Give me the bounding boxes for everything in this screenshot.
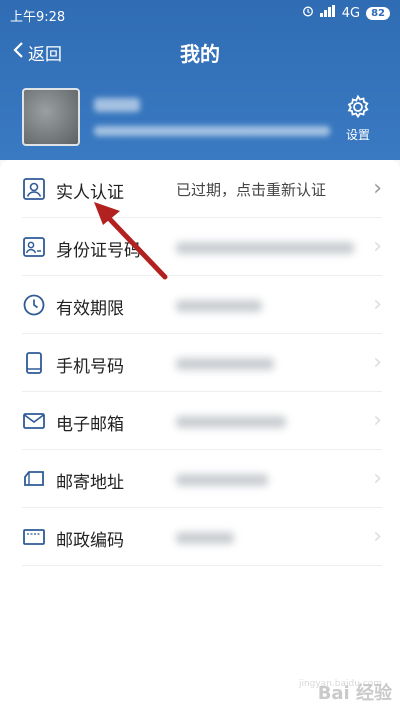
list-item-postcode[interactable]: 邮政编码 › bbox=[0, 508, 400, 566]
settings-label: 设置 bbox=[345, 128, 370, 142]
list-item-realname-auth[interactable]: 实人认证 已过期，点击重新认证 › bbox=[0, 160, 400, 218]
settings-button[interactable]: 设置 bbox=[334, 94, 382, 143]
divider bbox=[22, 565, 382, 566]
battery-indicator: 82 bbox=[366, 6, 390, 20]
clock-icon bbox=[22, 293, 46, 317]
row-value-blurred bbox=[176, 358, 274, 370]
page-title: 我的 bbox=[180, 42, 220, 66]
chevron-right-icon: › bbox=[373, 292, 382, 317]
row-label: 手机号码 bbox=[56, 357, 124, 377]
avatar[interactable] bbox=[22, 88, 80, 146]
watermark-logo: Bai 经验 bbox=[317, 683, 392, 704]
info-list: 实人认证 已过期，点击重新认证 › 身份证号码 › 有效期限 › 手机号码 › bbox=[0, 160, 400, 711]
network-type: 4G bbox=[341, 5, 361, 21]
row-label: 有效期限 bbox=[56, 299, 124, 319]
row-value-blurred bbox=[176, 532, 234, 544]
row-value: 已过期，点击重新认证 bbox=[176, 181, 327, 199]
row-label: 身份证号码 bbox=[56, 241, 141, 261]
list-item-validity[interactable]: 有效期限 › bbox=[0, 276, 400, 334]
profile-summary[interactable]: 设置 bbox=[0, 86, 400, 150]
list-item-address[interactable]: 邮寄地址 › bbox=[0, 450, 400, 508]
list-item-id-number[interactable]: 身份证号码 › bbox=[0, 218, 400, 276]
person-id-icon bbox=[22, 177, 46, 201]
chevron-right-icon: › bbox=[373, 176, 382, 201]
row-value-blurred bbox=[176, 300, 262, 312]
postcode-icon bbox=[22, 525, 46, 549]
row-label: 邮政编码 bbox=[56, 531, 124, 551]
row-value-blurred bbox=[176, 474, 268, 486]
id-card-icon bbox=[22, 235, 46, 259]
gear-icon bbox=[345, 94, 371, 124]
signal-icon bbox=[319, 5, 336, 21]
user-name-blurred bbox=[94, 98, 140, 112]
nav-bar: 返回 我的 bbox=[0, 32, 400, 72]
row-value-blurred bbox=[176, 242, 354, 254]
mail-icon bbox=[22, 409, 46, 433]
list-item-email[interactable]: 电子邮箱 › bbox=[0, 392, 400, 450]
chevron-right-icon: › bbox=[373, 350, 382, 375]
truck-icon bbox=[22, 467, 46, 491]
phone-icon bbox=[22, 351, 46, 375]
chevron-right-icon: › bbox=[373, 466, 382, 491]
user-info-blurred bbox=[94, 126, 330, 136]
row-value-blurred bbox=[176, 416, 286, 428]
row-label: 实人认证 bbox=[56, 183, 124, 203]
chevron-right-icon: › bbox=[373, 234, 382, 259]
chevron-right-icon: › bbox=[373, 408, 382, 433]
row-label: 电子邮箱 bbox=[56, 415, 124, 435]
chevron-right-icon: › bbox=[373, 524, 382, 549]
status-bar: 上午9:28 4G 82 bbox=[0, 0, 400, 28]
row-label: 邮寄地址 bbox=[56, 473, 124, 493]
list-item-phone[interactable]: 手机号码 › bbox=[0, 334, 400, 392]
status-icons: 4G 82 bbox=[302, 5, 390, 21]
alarm-icon bbox=[302, 5, 314, 21]
status-time: 上午9:28 bbox=[10, 10, 66, 25]
profile-header: 上午9:28 4G 82 返回 我的 设置 bbox=[0, 0, 400, 160]
